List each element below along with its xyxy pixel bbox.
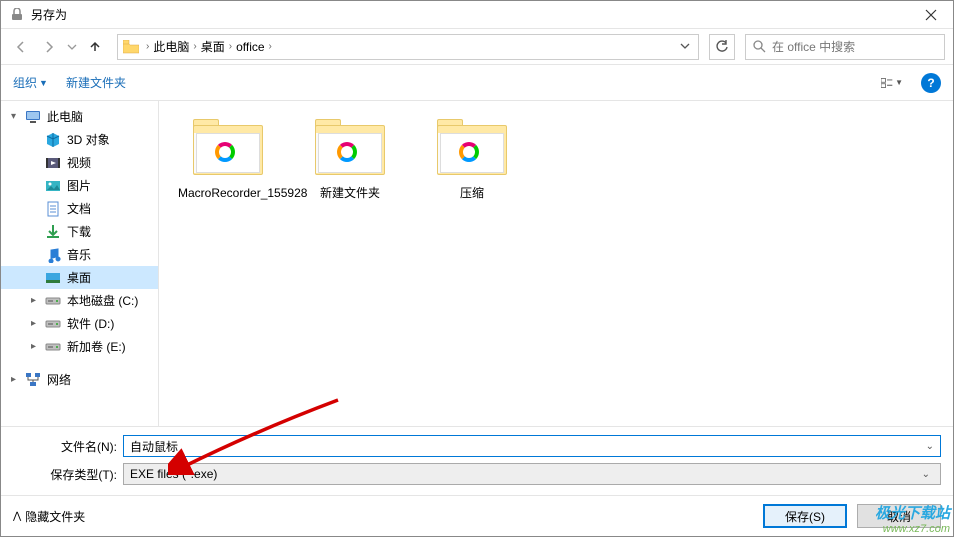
tree-toggle-icon[interactable]: ▾ [11, 111, 21, 122]
tree-item-label: 网络 [47, 371, 71, 388]
downloads-icon [45, 224, 61, 240]
refresh-button[interactable] [709, 34, 735, 60]
tree-item-label: 桌面 [67, 269, 91, 286]
tree-item-drive[interactable]: ▸ 软件 (D:) [1, 312, 158, 335]
tree-toggle-icon[interactable]: ▸ [31, 318, 41, 329]
drive-icon [45, 316, 61, 332]
tree-item-label: 此电脑 [47, 108, 83, 125]
breadcrumb-segment[interactable]: office [234, 40, 266, 54]
tree-item-label: 本地磁盘 (C:) [67, 292, 138, 309]
folder-item[interactable]: 压缩 [427, 119, 517, 201]
save-button[interactable]: 保存(S) [763, 504, 847, 528]
chevron-right-icon[interactable]: › [267, 41, 274, 52]
chevron-right-icon[interactable]: › [191, 41, 198, 52]
tree-item-video[interactable]: 视频 [1, 151, 158, 174]
filename-combo[interactable]: ⌄ [123, 435, 941, 457]
drive-icon [45, 339, 61, 355]
chevron-down-icon: ⋀ [13, 511, 21, 522]
video-icon [45, 155, 61, 171]
docs-icon [45, 201, 61, 217]
app-icon [9, 7, 25, 23]
pictures-icon [45, 178, 61, 194]
folder-icon [315, 119, 385, 177]
filetype-label: 保存类型(T): [13, 466, 123, 483]
folder-label: MacroRecorder_155928 [178, 185, 278, 201]
folder-icon [437, 119, 507, 177]
chevron-down-icon: ▼ [895, 78, 903, 87]
filetype-value: EXE files (*.exe) [130, 467, 217, 481]
pc-icon [25, 109, 41, 125]
tree-toggle-icon[interactable]: ▸ [31, 341, 41, 352]
folder-item[interactable]: 新建文件夹 [305, 119, 395, 201]
tree-item-label: 3D 对象 [67, 131, 110, 148]
3d-icon [45, 132, 61, 148]
close-button[interactable] [908, 1, 953, 29]
nav-bar: › 此电脑 › 桌面 › office › 在 office 中搜索 [1, 29, 953, 65]
folder-icon [122, 38, 140, 56]
breadcrumb-segment[interactable]: 桌面 [199, 38, 227, 55]
filename-label: 文件名(N): [13, 438, 123, 455]
filename-input[interactable] [130, 439, 922, 453]
chevron-down-icon: ▼ [39, 78, 48, 88]
nav-up-button[interactable] [83, 35, 107, 59]
tree-item-pictures[interactable]: 图片 [1, 174, 158, 197]
network-icon [25, 372, 41, 388]
folder-icon [193, 119, 263, 177]
tree-item-music[interactable]: 音乐 [1, 243, 158, 266]
tree-item-label: 文档 [67, 200, 91, 217]
navigation-tree: ▾此电脑3D 对象视频图片文档下载音乐桌面▸本地磁盘 (C:)▸软件 (D:)▸… [1, 101, 159, 426]
music-icon [45, 247, 61, 263]
save-as-dialog: 另存为 › 此电脑 › 桌面 › office › [0, 0, 954, 537]
chevron-down-icon: ⌄ [918, 469, 934, 480]
tree-item-label: 软件 (D:) [67, 315, 114, 332]
desktop-icon [45, 270, 61, 286]
view-options-button[interactable]: ▼ [881, 72, 903, 94]
help-button[interactable]: ? [921, 73, 941, 93]
tree-item-label: 下载 [67, 223, 91, 240]
hide-folders-toggle[interactable]: ⋀ 隐藏文件夹 [13, 508, 85, 525]
tree-item-label: 图片 [67, 177, 91, 194]
tree-item-label: 视频 [67, 154, 91, 171]
chevron-right-icon[interactable]: › [144, 41, 151, 52]
search-icon [752, 40, 766, 54]
tree-item-pc[interactable]: ▾ 此电脑 [1, 105, 158, 128]
window-title: 另存为 [31, 6, 908, 23]
file-list[interactable]: MacroRecorder_155928 新建文件夹 压缩 [159, 101, 953, 426]
folder-label: 新建文件夹 [320, 185, 380, 201]
tree-toggle-icon[interactable]: ▸ [11, 374, 21, 385]
drive-icon [45, 293, 61, 309]
tree-toggle-icon[interactable]: ▸ [31, 295, 41, 306]
search-box[interactable]: 在 office 中搜索 [745, 34, 945, 60]
tree-item-docs[interactable]: 文档 [1, 197, 158, 220]
folder-item[interactable]: MacroRecorder_155928 [183, 119, 273, 201]
tree-item-desktop[interactable]: 桌面 [1, 266, 158, 289]
address-bar[interactable]: › 此电脑 › 桌面 › office › [117, 34, 699, 60]
tree-item-drive[interactable]: ▸ 新加卷 (E:) [1, 335, 158, 358]
tree-item-3d[interactable]: 3D 对象 [1, 128, 158, 151]
address-dropdown[interactable] [676, 40, 694, 54]
chevron-down-icon[interactable]: ⌄ [922, 441, 938, 452]
file-fields: 文件名(N): ⌄ 保存类型(T): EXE files (*.exe) ⌄ [1, 426, 953, 495]
chevron-right-icon[interactable]: › [227, 41, 234, 52]
new-folder-button[interactable]: 新建文件夹 [66, 74, 126, 91]
tree-item-network[interactable]: ▸ 网络 [1, 368, 158, 391]
tree-item-drive[interactable]: ▸ 本地磁盘 (C:) [1, 289, 158, 312]
tree-item-downloads[interactable]: 下载 [1, 220, 158, 243]
nav-recent-dropdown[interactable] [65, 35, 79, 59]
title-bar: 另存为 [1, 1, 953, 29]
search-placeholder: 在 office 中搜索 [772, 38, 855, 55]
tree-item-label: 新加卷 (E:) [67, 338, 126, 355]
nav-forward-button[interactable] [37, 35, 61, 59]
body-area: ▾此电脑3D 对象视频图片文档下载音乐桌面▸本地磁盘 (C:)▸软件 (D:)▸… [1, 101, 953, 426]
filetype-combo[interactable]: EXE files (*.exe) ⌄ [123, 463, 941, 485]
tree-item-label: 音乐 [67, 246, 91, 263]
breadcrumb-segment[interactable]: 此电脑 [151, 38, 191, 55]
cancel-button[interactable]: 取消 [857, 504, 941, 528]
action-bar: ⋀ 隐藏文件夹 保存(S) 取消 [1, 495, 953, 536]
command-bar: 组织 ▼ 新建文件夹 ▼ ? [1, 65, 953, 101]
organize-menu[interactable]: 组织 ▼ [13, 74, 48, 91]
nav-back-button[interactable] [9, 35, 33, 59]
folder-label: 压缩 [460, 185, 484, 201]
